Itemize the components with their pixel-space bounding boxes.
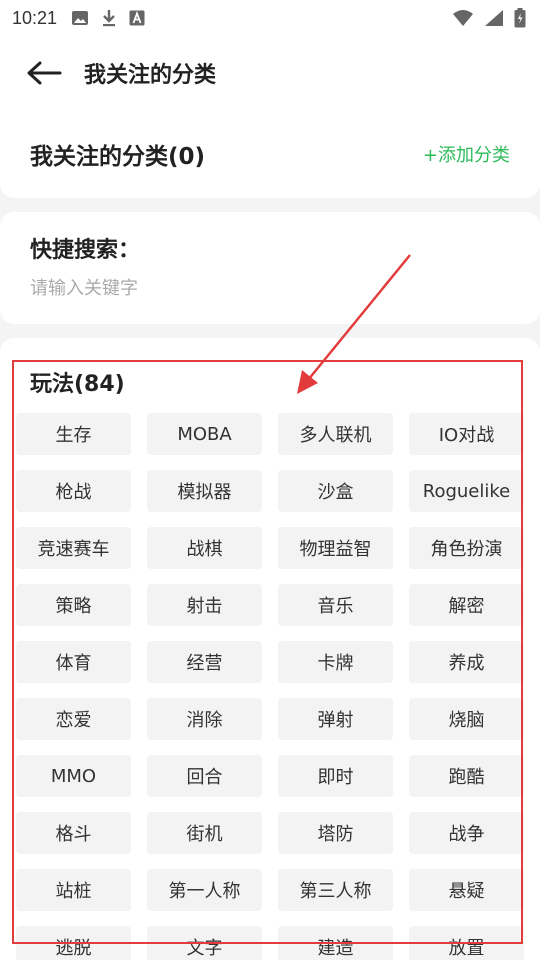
category-tag[interactable]: 恋爱 bbox=[16, 698, 131, 740]
category-tag[interactable]: 站桩 bbox=[16, 869, 131, 911]
add-category-button[interactable]: +添加分类 bbox=[423, 141, 510, 167]
gameplay-tag-grid: 生存 MOBA 多人联机 IO对战 枪战 模拟器 沙盒 Roguelike 竞速… bbox=[16, 413, 526, 960]
category-tag[interactable]: 体育 bbox=[16, 641, 131, 683]
status-time: 10:21 bbox=[12, 7, 58, 28]
followed-categories-section: 我关注的分类(0) +添加分类 bbox=[0, 110, 540, 198]
arrow-left-icon bbox=[27, 61, 62, 85]
category-tag[interactable]: 沙盒 bbox=[278, 470, 393, 512]
category-tag[interactable]: 第一人称 bbox=[147, 869, 262, 911]
screen: 10:21 我关注的分类 我关注的分类(0) +添加分类 快捷搜索： 请输入关键… bbox=[0, 0, 540, 960]
category-tag[interactable]: IO对战 bbox=[409, 413, 524, 455]
category-tag[interactable]: 街机 bbox=[147, 812, 262, 854]
gameplay-title: 玩法(84) bbox=[30, 372, 125, 397]
category-tag[interactable]: 悬疑 bbox=[409, 869, 524, 911]
category-tag[interactable]: 即时 bbox=[278, 755, 393, 797]
gameplay-section: 玩法(84) 生存 MOBA 多人联机 IO对战 枪战 模拟器 沙盒 Rogue… bbox=[0, 338, 540, 960]
category-tag[interactable]: 文字 bbox=[147, 926, 262, 960]
page-title: 我关注的分类 bbox=[84, 63, 217, 88]
category-tag[interactable]: 建造 bbox=[278, 926, 393, 960]
category-tag[interactable]: 逃脱 bbox=[16, 926, 131, 960]
category-tag[interactable]: 角色扮演 bbox=[409, 527, 524, 569]
category-tag[interactable]: 经营 bbox=[147, 641, 262, 683]
quick-search-label: 快捷搜索： bbox=[30, 238, 141, 263]
system-icons bbox=[452, 8, 526, 28]
category-tag[interactable]: 跑酷 bbox=[409, 755, 524, 797]
category-tag[interactable]: 回合 bbox=[147, 755, 262, 797]
category-tag[interactable]: MMO bbox=[16, 755, 131, 797]
search-input[interactable] bbox=[30, 278, 500, 299]
download-icon bbox=[103, 10, 116, 27]
category-tag[interactable]: 卡牌 bbox=[278, 641, 393, 683]
signal-icon bbox=[485, 10, 503, 26]
category-tag[interactable]: 解密 bbox=[409, 584, 524, 626]
status-bar: 10:21 bbox=[0, 0, 540, 36]
category-tag[interactable]: 策略 bbox=[16, 584, 131, 626]
category-tag[interactable]: 消除 bbox=[147, 698, 262, 740]
category-tag[interactable]: 第三人称 bbox=[278, 869, 393, 911]
app-header: 我关注的分类 bbox=[0, 36, 540, 110]
category-tag[interactable]: MOBA bbox=[147, 413, 262, 455]
category-tag[interactable]: 战棋 bbox=[147, 527, 262, 569]
notification-icons bbox=[71, 9, 145, 27]
followed-categories-title: 我关注的分类(0) bbox=[30, 144, 206, 170]
category-tag[interactable]: 弹射 bbox=[278, 698, 393, 740]
category-tag[interactable]: 模拟器 bbox=[147, 470, 262, 512]
category-tag[interactable]: 烧脑 bbox=[409, 698, 524, 740]
quick-search-section: 快捷搜索： bbox=[0, 212, 540, 324]
category-tag[interactable]: 格斗 bbox=[16, 812, 131, 854]
wifi-icon bbox=[453, 10, 473, 26]
category-tag[interactable]: 多人联机 bbox=[278, 413, 393, 455]
category-tag[interactable]: 枪战 bbox=[16, 470, 131, 512]
category-tag[interactable]: 放置 bbox=[409, 926, 524, 960]
category-tag[interactable]: 养成 bbox=[409, 641, 524, 683]
category-tag[interactable]: 物理益智 bbox=[278, 527, 393, 569]
category-tag[interactable]: Roguelike bbox=[409, 470, 524, 512]
category-tag[interactable]: 射击 bbox=[147, 584, 262, 626]
category-tag[interactable]: 竞速赛车 bbox=[16, 527, 131, 569]
font-a-icon bbox=[129, 10, 145, 26]
battery-icon bbox=[514, 8, 526, 28]
category-tag[interactable]: 音乐 bbox=[278, 584, 393, 626]
category-tag[interactable]: 塔防 bbox=[278, 812, 393, 854]
back-button[interactable] bbox=[24, 53, 64, 93]
category-tag[interactable]: 生存 bbox=[16, 413, 131, 455]
image-icon bbox=[72, 11, 89, 25]
category-tag[interactable]: 战争 bbox=[409, 812, 524, 854]
